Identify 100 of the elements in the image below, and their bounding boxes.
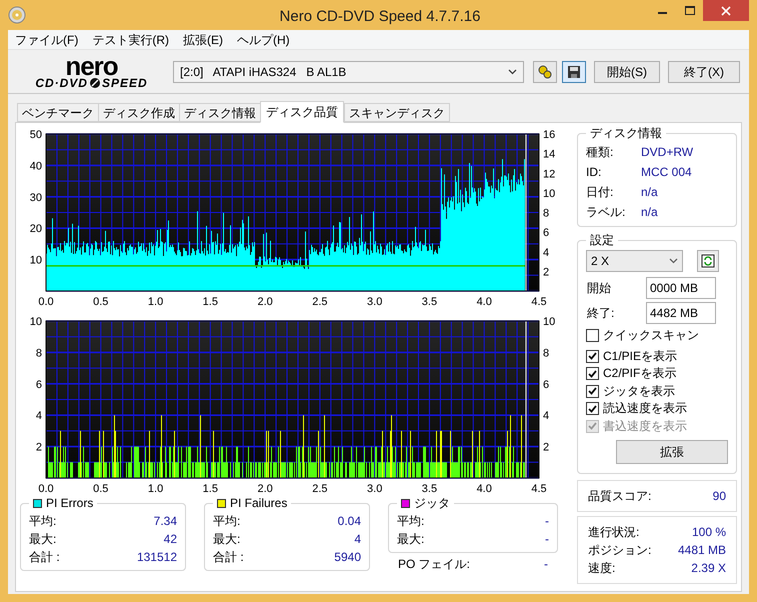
group-title: PI Errors — [46, 495, 94, 512]
checkbox[interactable] — [586, 329, 599, 342]
close-button[interactable] — [703, 0, 749, 21]
minimize-icon — [658, 12, 667, 14]
checkbox[interactable] — [586, 384, 599, 398]
tab[interactable]: スキャンディスク — [344, 103, 450, 122]
axis-tick-label: 12 — [543, 168, 556, 180]
stat-label: 合計 : — [29, 549, 60, 566]
checkbox-label: 書込速度を表示 — [603, 418, 687, 434]
tab[interactable]: ディスク情報 — [179, 103, 261, 122]
axis-tick-label: 4.0 — [476, 296, 492, 306]
axis-tick-label: 1.5 — [202, 483, 218, 493]
axis-tick-label: 3.0 — [367, 483, 382, 493]
info-label: 種類: — [586, 144, 614, 161]
field-label: 開始 — [586, 280, 612, 297]
info-value: n/a — [641, 204, 658, 221]
axis-tick-label: 3.5 — [422, 296, 438, 306]
axis-tick-label: 8 — [543, 347, 550, 360]
axis-tick-label: 0.0 — [38, 296, 54, 306]
extend-button[interactable]: 拡張 — [616, 440, 728, 464]
axis-tick-label: 2 — [36, 442, 42, 454]
checkbox[interactable] — [586, 402, 599, 416]
axis-tick-label: 2 — [543, 442, 550, 454]
axis-tick-label: 40 — [30, 160, 42, 172]
stat-value: 0.04 — [338, 513, 361, 530]
drive-dropdown[interactable]: [2:0] ATAPI iHAS324 B AL1B — [173, 60, 524, 82]
axis-tick-label: 4.5 — [531, 483, 547, 493]
axis-tick-label: 2 — [543, 266, 550, 278]
axis-tick-label: 1.0 — [148, 296, 164, 306]
stat-label: 平均: — [397, 513, 424, 530]
axis-tick-label: 10 — [30, 316, 42, 328]
info-label: ID: — [586, 164, 602, 181]
stat-value: 4 — [354, 531, 361, 548]
axis-tick-label: 2.0 — [257, 296, 273, 306]
stat-value: 5940 — [334, 549, 361, 566]
checkbox[interactable] — [586, 350, 599, 363]
axis-tick-label: 6 — [543, 378, 550, 391]
info-label: ラベル: — [586, 204, 626, 221]
menu-item[interactable]: ファイル(F) — [8, 30, 86, 48]
logo-subtitle: SPEED — [102, 76, 148, 88]
axis-tick-label: 4.5 — [531, 296, 547, 306]
stat-label: 平均: — [213, 513, 240, 530]
axis-tick-label: 0.0 — [38, 483, 54, 493]
stat-value: 4481 MB — [678, 542, 726, 559]
drive-name: [2:0] ATAPI iHAS324 B AL1B — [180, 64, 346, 80]
tab[interactable]: ディスク品質 — [260, 101, 344, 123]
checkbox-label: ジッタを表示 — [603, 382, 675, 400]
exit-button[interactable]: 終了(X) — [668, 60, 740, 82]
start-button[interactable]: 開始(S) — [594, 60, 660, 82]
axis-tick-label: 3.0 — [367, 296, 382, 306]
info-label: 日付: — [586, 184, 614, 201]
axis-tick-label: 1.5 — [202, 296, 218, 306]
stat-value: 42 — [164, 531, 177, 548]
axis-tick-label: 4 — [543, 246, 550, 259]
speed-dropdown[interactable]: 2 X — [586, 250, 683, 272]
menu-item[interactable]: 拡張(E) — [176, 30, 230, 48]
stat-label: 合計 : — [213, 549, 244, 566]
axis-tick-label: 1.0 — [148, 483, 164, 493]
stat-label: PO フェイル: — [398, 556, 470, 573]
stat-label: 品質スコア: — [588, 488, 652, 505]
group-title: ジッタ — [414, 495, 450, 512]
save-button[interactable] — [562, 60, 586, 82]
stat-value: - — [545, 531, 549, 548]
axis-tick-label: 2.5 — [312, 483, 328, 493]
disc-logo-icon — [88, 76, 101, 88]
axis-tick-label: 0.5 — [93, 296, 108, 306]
checkbox-label: C1/PIEを表示 — [603, 348, 678, 364]
axis-tick-label: 4 — [543, 410, 550, 422]
refresh-icon — [701, 254, 715, 268]
axis-tick-label: 14 — [543, 148, 556, 161]
stat-label: ポジション: — [588, 542, 652, 559]
stat-value: 2.39 X — [691, 560, 726, 577]
start-field[interactable]: 0000 MB — [646, 277, 716, 299]
checkbox-label: 読込速度を表示 — [603, 400, 687, 417]
axis-tick-label: 6 — [36, 378, 42, 391]
tab[interactable]: ディスク作成 — [98, 103, 180, 122]
axis-tick-label: 4 — [36, 410, 42, 422]
axis-tick-label: 30 — [30, 192, 42, 204]
refresh-button[interactable] — [697, 250, 719, 272]
end-field[interactable]: 4482 MB — [646, 302, 716, 324]
axis-tick-label: 8 — [543, 208, 550, 220]
menu-item[interactable]: テスト実行(R) — [85, 30, 176, 48]
chevron-down-icon — [508, 68, 517, 74]
axis-tick-label: 2.5 — [312, 296, 328, 306]
stat-value: 7.34 — [154, 513, 177, 530]
stat-value: - — [545, 513, 549, 530]
axis-tick-label: 6 — [543, 227, 550, 240]
group-title: PI Failures — [230, 495, 288, 512]
checkbox[interactable] — [586, 367, 599, 380]
axis-tick-label: 20 — [30, 223, 42, 236]
speed-value: 2 X — [591, 253, 610, 270]
axis-tick-label: 10 — [543, 316, 556, 328]
stat-label: 速度: — [588, 560, 616, 577]
logo-subtitle: CD·DVD — [35, 76, 88, 88]
stat-label: 進行状況: — [588, 524, 640, 541]
menu-item[interactable]: ヘルプ(H) — [230, 30, 297, 48]
stat-label: 最大: — [29, 531, 56, 548]
tab[interactable]: ベンチマーク — [17, 103, 99, 122]
checkbox-label: クイックスキャン — [603, 327, 699, 344]
info-value: DVD+RW — [641, 144, 694, 161]
